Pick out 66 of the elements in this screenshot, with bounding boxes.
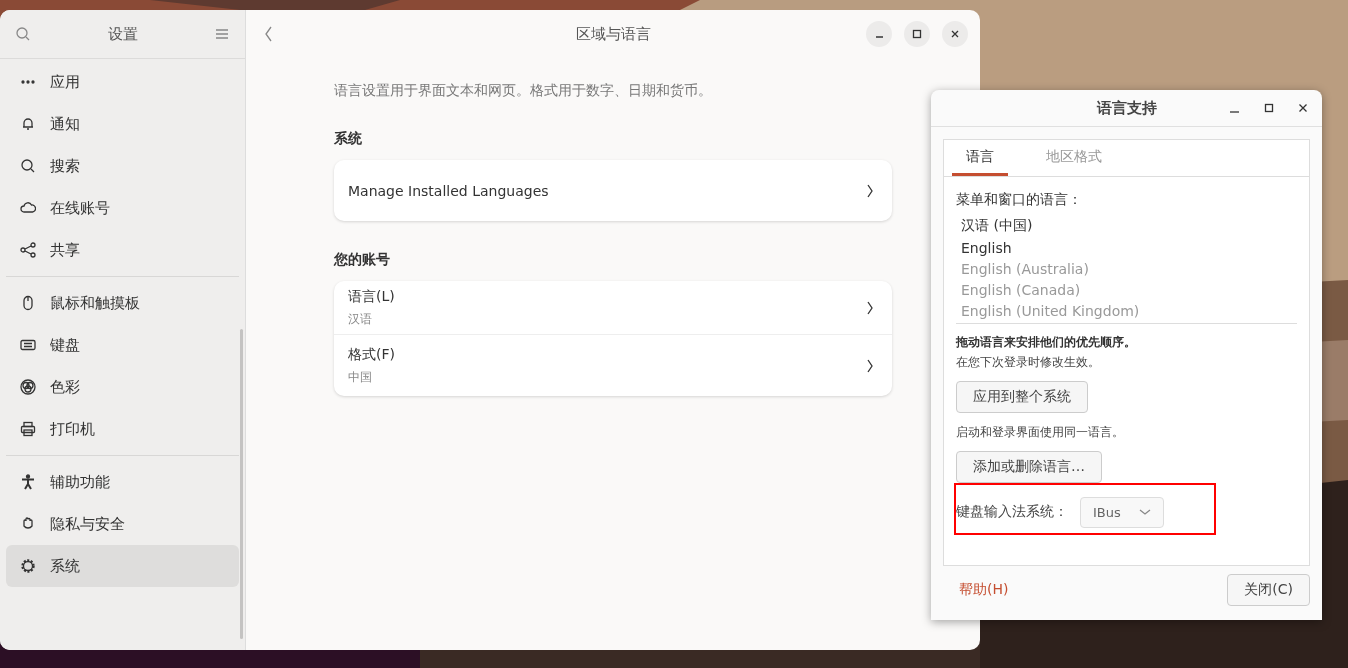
language-item[interactable]: English — [961, 240, 1297, 256]
scrollbar[interactable] — [240, 329, 243, 639]
person-icon — [20, 474, 36, 490]
sidebar-item[interactable]: 打印机 — [6, 408, 239, 450]
section-heading: 您的账号 — [334, 251, 391, 269]
close-button[interactable] — [942, 21, 968, 47]
add-remove-button[interactable]: 添加或删除语言… — [956, 451, 1102, 483]
row-title: Manage Installed Languages — [348, 182, 549, 199]
search-icon — [20, 158, 36, 174]
row-title: 格式(F) — [348, 345, 395, 364]
sidebar-item[interactable]: 辅助功能 — [6, 461, 239, 503]
menu-icon[interactable] — [215, 28, 229, 40]
color-circles-icon — [20, 379, 36, 395]
sidebar-item[interactable]: 在线账号 — [6, 187, 239, 229]
list-label: 菜单和窗口的语言： — [956, 191, 1083, 209]
close-button[interactable]: 关闭(C) — [1227, 574, 1310, 606]
minimize-icon[interactable] — [1230, 111, 1240, 113]
row-title: 语言(L) — [348, 287, 395, 306]
sidebar-title: 设置 — [107, 24, 138, 44]
chevron-down-icon — [1138, 508, 1151, 516]
cloud-icon — [20, 200, 36, 216]
section-heading: 系统 — [334, 130, 363, 148]
window-title: 区域与语言 — [575, 24, 651, 44]
printer-icon — [20, 421, 36, 437]
hint-text: 启动和登录界面使用同一语言。 — [956, 424, 1125, 441]
hint-text: 拖动语言来安排他们的优先顺序。 — [956, 334, 1137, 351]
sidebar-item[interactable]: 键盘 — [6, 324, 239, 366]
sidebar-item[interactable]: 应用 — [6, 61, 239, 103]
dialog-title: 语言支持 — [1096, 98, 1157, 118]
language-item[interactable]: 汉语 (中国) — [961, 217, 1297, 235]
row-subtitle: 汉语 — [348, 310, 373, 328]
chevron-right-icon — [867, 183, 874, 198]
maximize-icon — [911, 28, 923, 40]
sidebar-item[interactable]: 隐私与安全 — [6, 503, 239, 545]
search-icon[interactable] — [16, 27, 30, 41]
sidebar-item[interactable]: 鼠标和触摸板 — [6, 282, 239, 324]
bell-icon — [20, 116, 36, 132]
settings-row[interactable]: 语言(L) 汉语 — [334, 281, 892, 335]
hint-text: 在您下次登录时修改生效。 — [956, 354, 1101, 371]
keyboard-icon — [20, 337, 36, 353]
mouse-icon — [20, 295, 36, 311]
chevron-right-icon — [867, 358, 874, 373]
maximize-button[interactable] — [904, 21, 930, 47]
row-subtitle: 中国 — [348, 368, 373, 386]
close-icon[interactable] — [1298, 103, 1308, 113]
back-icon[interactable] — [264, 26, 273, 42]
minimize-button[interactable] — [866, 21, 892, 47]
tab[interactable]: 语言 — [952, 140, 1008, 176]
sidebar-item[interactable]: 搜索 — [6, 145, 239, 187]
input-method-dropdown[interactable]: IBus — [1080, 496, 1164, 528]
settings-row[interactable]: Manage Installed Languages — [334, 160, 892, 221]
settings-row[interactable]: 格式(F) 中国 — [334, 335, 892, 396]
share-icon — [20, 242, 36, 258]
minimize-icon — [875, 36, 883, 38]
sidebar-item[interactable]: 共享 — [6, 229, 239, 271]
gear-icon — [20, 558, 36, 574]
sidebar-item[interactable]: 系统 — [6, 545, 239, 587]
description-text: 语言设置用于界面文本和网页。格式用于数字、日期和货币。 — [334, 82, 713, 100]
help-link[interactable]: 帮助(H) — [959, 581, 1009, 599]
sidebar-item[interactable]: 通知 — [6, 103, 239, 145]
chevron-right-icon — [867, 300, 874, 315]
sidebar-item[interactable]: 色彩 — [6, 366, 239, 408]
apply-button[interactable]: 应用到整个系统 — [956, 381, 1088, 413]
close-icon — [949, 28, 961, 40]
maximize-icon[interactable] — [1264, 103, 1274, 113]
field-label: 键盘输入法系统： — [956, 503, 1068, 521]
